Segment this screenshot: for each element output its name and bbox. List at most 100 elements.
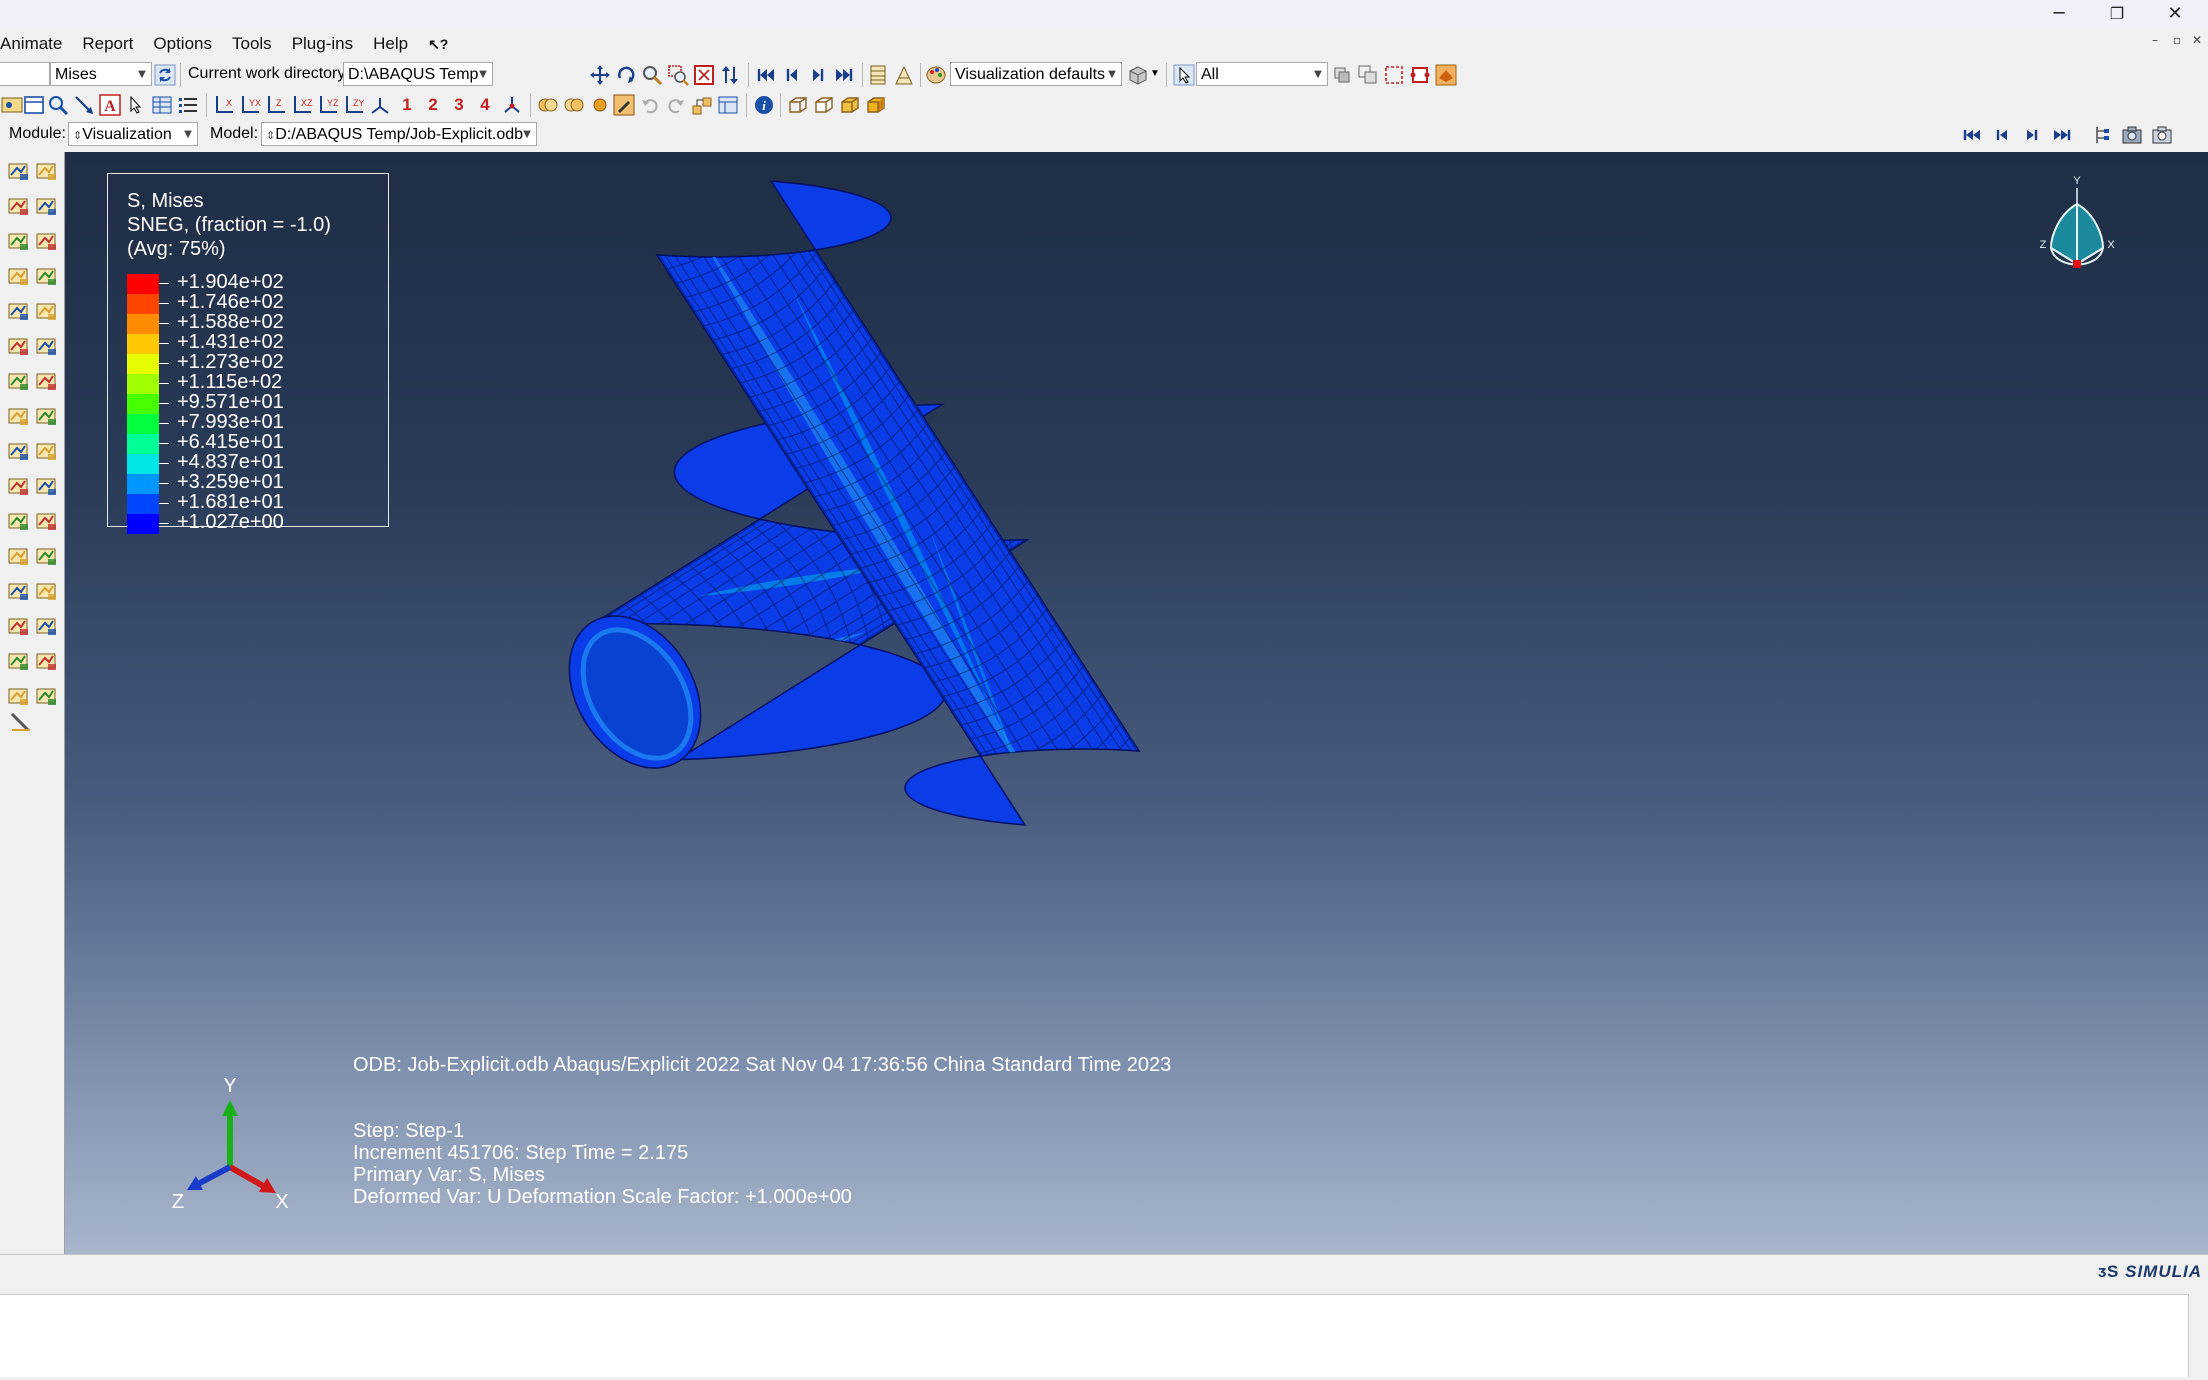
menu-animate[interactable]: Animate bbox=[0, 30, 72, 58]
display-group-options-icon[interactable] bbox=[34, 615, 60, 639]
arrow-annotation-icon[interactable] bbox=[72, 93, 96, 117]
context-help-icon[interactable]: ↖? bbox=[418, 30, 458, 58]
next-frame-icon[interactable] bbox=[806, 63, 830, 87]
create-field-output-icon[interactable] bbox=[6, 475, 32, 499]
allow-multiple-plot-states-icon[interactable] bbox=[6, 300, 32, 324]
color-palette-icon[interactable] bbox=[924, 63, 948, 87]
field-variable-combo[interactable]: Mises ▼ bbox=[50, 62, 152, 86]
query-tool-icon[interactable] bbox=[1434, 63, 1458, 87]
menu-options[interactable]: Options bbox=[143, 30, 222, 58]
menu-tools[interactable]: Tools bbox=[222, 30, 282, 58]
selection-filter-combo[interactable]: All ▼ bbox=[1196, 62, 1328, 86]
undo-icon[interactable] bbox=[638, 93, 662, 117]
mdi-close-button[interactable]: ✕ bbox=[2188, 32, 2206, 48]
animation-options-icon[interactable] bbox=[34, 370, 60, 394]
view-front-icon[interactable]: X bbox=[212, 93, 236, 117]
stream-manager-icon[interactable] bbox=[34, 580, 60, 604]
superimpose-options-icon[interactable] bbox=[6, 265, 32, 289]
render-style-icon[interactable] bbox=[1126, 63, 1150, 87]
window-close-button[interactable]: ✕ bbox=[2146, 0, 2204, 28]
create-xy-data-icon[interactable] bbox=[6, 405, 32, 429]
shaded-render-icon[interactable] bbox=[864, 93, 888, 117]
view-2-button[interactable]: 2 bbox=[422, 93, 444, 117]
display-body-manager-icon[interactable] bbox=[34, 650, 60, 674]
view-bottom-icon[interactable]: XZ bbox=[290, 93, 314, 117]
animate-scale-factor-icon[interactable] bbox=[34, 335, 60, 359]
first-frame-icon[interactable] bbox=[754, 63, 778, 87]
workdir-combo[interactable]: D:\ABAQUS Temp ▼ bbox=[343, 62, 493, 86]
view-top-icon[interactable]: Z bbox=[264, 93, 288, 117]
pan-icon[interactable] bbox=[588, 63, 612, 87]
view-iso-icon[interactable] bbox=[368, 93, 392, 117]
free-body-cut-icon[interactable] bbox=[34, 510, 60, 534]
frame-selector-icon[interactable] bbox=[866, 63, 890, 87]
query-values-icon[interactable] bbox=[6, 685, 32, 709]
path-manager-icon[interactable] bbox=[34, 440, 60, 464]
window-restore-button[interactable]: ❐ bbox=[2088, 0, 2146, 28]
hidden-render-icon[interactable] bbox=[812, 93, 836, 117]
view-1-button[interactable]: 1 bbox=[396, 93, 418, 117]
wireframe-render-icon[interactable] bbox=[786, 93, 810, 117]
drag-select-icon[interactable] bbox=[1382, 63, 1406, 87]
display-group-icon[interactable] bbox=[536, 93, 560, 117]
plot-material-orientations-icon[interactable] bbox=[6, 230, 32, 254]
menu-help[interactable]: Help bbox=[363, 30, 418, 58]
create-display-group-icon[interactable] bbox=[690, 93, 714, 117]
module-combo[interactable]: ⇕Visualization ▼ bbox=[68, 122, 198, 146]
camera-icon[interactable] bbox=[2120, 123, 2144, 147]
snapshot-icon[interactable] bbox=[2150, 123, 2174, 147]
chevron-down-icon[interactable]: ▼ bbox=[1150, 62, 1160, 86]
query-manager-icon[interactable] bbox=[34, 685, 60, 709]
list-icon[interactable] bbox=[176, 93, 200, 117]
replace-display-group-icon[interactable] bbox=[562, 93, 586, 117]
view-manager-icon[interactable] bbox=[0, 93, 24, 117]
probe-values-icon[interactable] bbox=[150, 93, 174, 117]
mdi-minimize-button[interactable]: – bbox=[2146, 32, 2164, 48]
selection-options-icon[interactable] bbox=[1330, 63, 1354, 87]
overlay-plot-icon[interactable] bbox=[34, 300, 60, 324]
auto-fit-icon[interactable] bbox=[692, 63, 716, 87]
view-cube-triad[interactable]: Y Z X bbox=[2031, 174, 2131, 294]
field-output-manager-icon[interactable] bbox=[34, 475, 60, 499]
sketch-tool-icon[interactable] bbox=[8, 710, 34, 734]
report-field-output-icon[interactable] bbox=[6, 510, 32, 534]
viewport-annotations-icon[interactable] bbox=[22, 93, 46, 117]
view-cycle-icon[interactable] bbox=[500, 93, 524, 117]
animate-time-history-icon[interactable] bbox=[6, 335, 32, 359]
previous-frame-icon[interactable] bbox=[1990, 123, 2014, 147]
first-frame-icon[interactable] bbox=[1960, 123, 1984, 147]
redo-icon[interactable] bbox=[664, 93, 688, 117]
xy-data-manager-icon[interactable] bbox=[34, 405, 60, 429]
rotate-icon[interactable] bbox=[614, 63, 638, 87]
message-area[interactable] bbox=[0, 1294, 2189, 1377]
view-cut-options-icon[interactable] bbox=[34, 545, 60, 569]
plot-contours-icon[interactable] bbox=[6, 195, 32, 219]
window-minimize-button[interactable]: ─ bbox=[2030, 0, 2088, 28]
stream-plot-icon[interactable] bbox=[6, 580, 32, 604]
view-3-button[interactable]: 3 bbox=[448, 93, 470, 117]
plot-deformed-icon[interactable] bbox=[34, 160, 60, 184]
activate-view-cut-icon[interactable] bbox=[6, 615, 32, 639]
info-icon[interactable]: i bbox=[752, 93, 776, 117]
select-from-viewport-icon[interactable] bbox=[1356, 63, 1380, 87]
view-left-icon[interactable]: YZ bbox=[316, 93, 340, 117]
play-icon[interactable] bbox=[2020, 123, 2044, 147]
common-options-icon[interactable] bbox=[34, 230, 60, 254]
contour-legend[interactable]: S, Mises SNEG, (fraction = -1.0) (Avg: 7… bbox=[107, 173, 389, 534]
graphics-viewport[interactable]: S, Mises SNEG, (fraction = -1.0) (Avg: 7… bbox=[65, 152, 2208, 1254]
plot-symbols-icon[interactable] bbox=[34, 195, 60, 219]
menu-plug-ins[interactable]: Plug-ins bbox=[282, 30, 363, 58]
zoom-to-fit-icon[interactable] bbox=[46, 93, 70, 117]
zoom-icon[interactable] bbox=[640, 63, 664, 87]
model-combo[interactable]: ⇕D:/ABAQUS Temp/Job-Explicit.odb ▼ bbox=[261, 122, 537, 146]
view-back-icon[interactable]: YX bbox=[238, 93, 262, 117]
view-4-button[interactable]: 4 bbox=[474, 93, 496, 117]
filled-render-icon[interactable] bbox=[838, 93, 862, 117]
animate-harmonic-icon[interactable] bbox=[6, 370, 32, 394]
contour-options-icon[interactable] bbox=[34, 265, 60, 289]
sphere-icon[interactable] bbox=[588, 93, 612, 117]
refresh-icon[interactable] bbox=[153, 63, 177, 87]
previous-frame-icon[interactable] bbox=[780, 63, 804, 87]
pick-annotation-icon[interactable] bbox=[124, 93, 148, 117]
create-path-icon[interactable] bbox=[6, 440, 32, 464]
